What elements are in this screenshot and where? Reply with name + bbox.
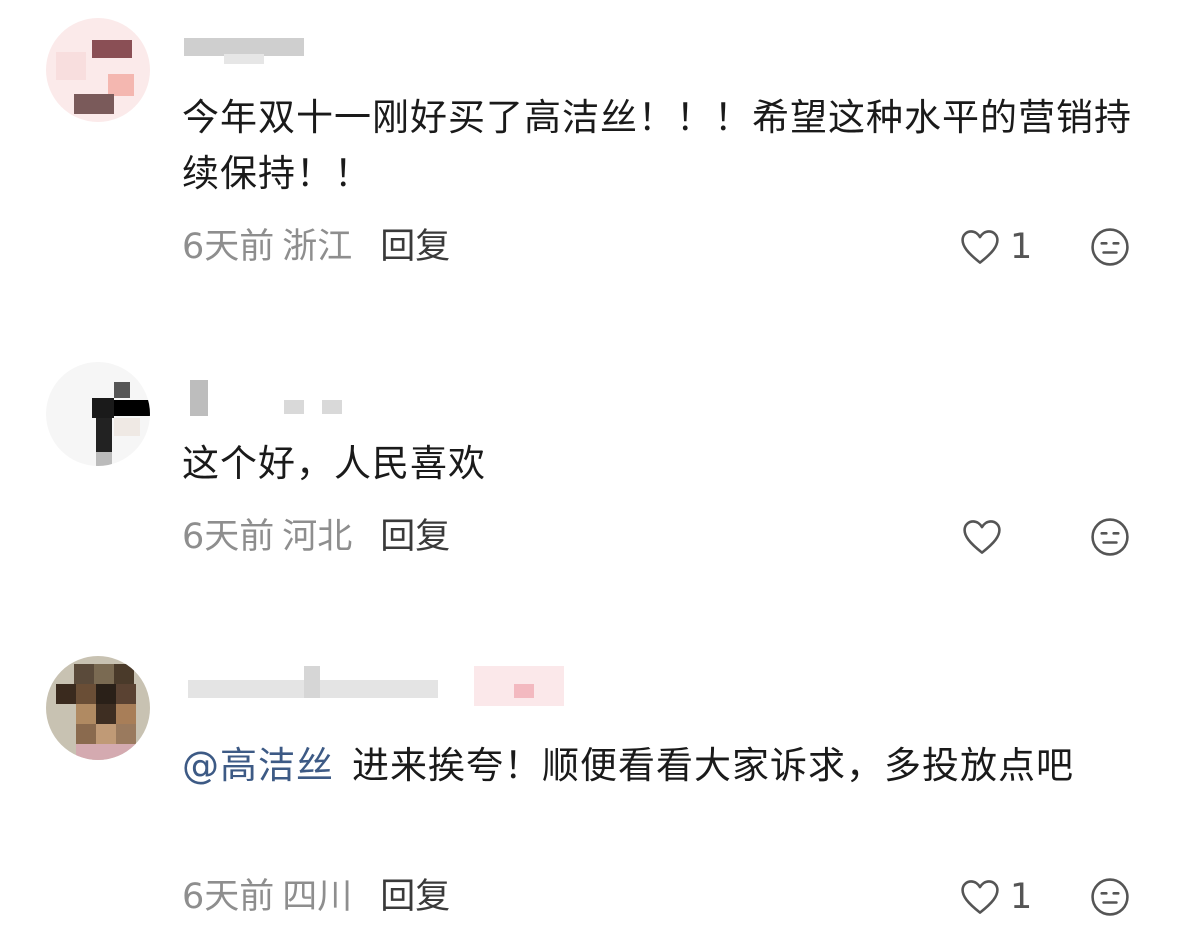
reply-button[interactable]: 回复 [380,227,450,267]
reply-button[interactable]: 回复 [380,877,450,917]
comment-meta: 6天前 浙江 回复 [182,222,450,272]
comment-location: 四川 [282,877,353,917]
comment-time: 6天前 [182,227,275,267]
reply-button[interactable]: 回复 [380,517,450,557]
comment-time: 6天前 [182,517,275,557]
like-count: 1 [1010,227,1033,267]
like-button[interactable]: 1 [958,872,1032,922]
avatar[interactable] [46,362,150,466]
mention-link[interactable]: @高洁丝 [182,744,334,787]
like-count: 1 [1010,877,1033,917]
heart-icon [961,880,999,914]
username-blurred[interactable] [184,38,324,64]
neutral-face-icon[interactable] [1088,515,1132,559]
neutral-face-icon[interactable] [1088,875,1132,919]
comment-meta: 6天前 河北 回复 [182,512,450,562]
comment-text: 今年双十一刚好买了高洁丝！！！希望这种水平的营销持续保持！！ [182,90,1167,202]
username-blurred[interactable] [184,380,342,416]
avatar[interactable] [46,656,150,760]
like-button[interactable] [960,512,1012,562]
neutral-face-icon[interactable] [1088,225,1132,269]
avatar[interactable] [46,18,150,122]
comment-location: 河北 [282,517,353,557]
comment-text: 这个好，人民喜欢 [182,436,1167,492]
comment-location: 浙江 [282,227,353,267]
comment-body: 进来挨夸！顺便看看大家诉求，多投放点吧 [352,744,1074,787]
comment-text: @高洁丝 进来挨夸！顺便看看大家诉求，多投放点吧 [182,738,1167,794]
comment-body: 今年双十一刚好买了高洁丝！！！希望这种水平的营销持续保持！！ [182,96,1132,195]
heart-icon [961,230,999,264]
like-button[interactable]: 1 [958,222,1032,272]
comment-body: 这个好，人民喜欢 [182,442,486,485]
comment-time: 6天前 [182,877,275,917]
comment-meta: 6天前 四川 回复 [182,872,450,922]
username-blurred[interactable] [184,666,584,706]
heart-icon [963,520,1001,554]
